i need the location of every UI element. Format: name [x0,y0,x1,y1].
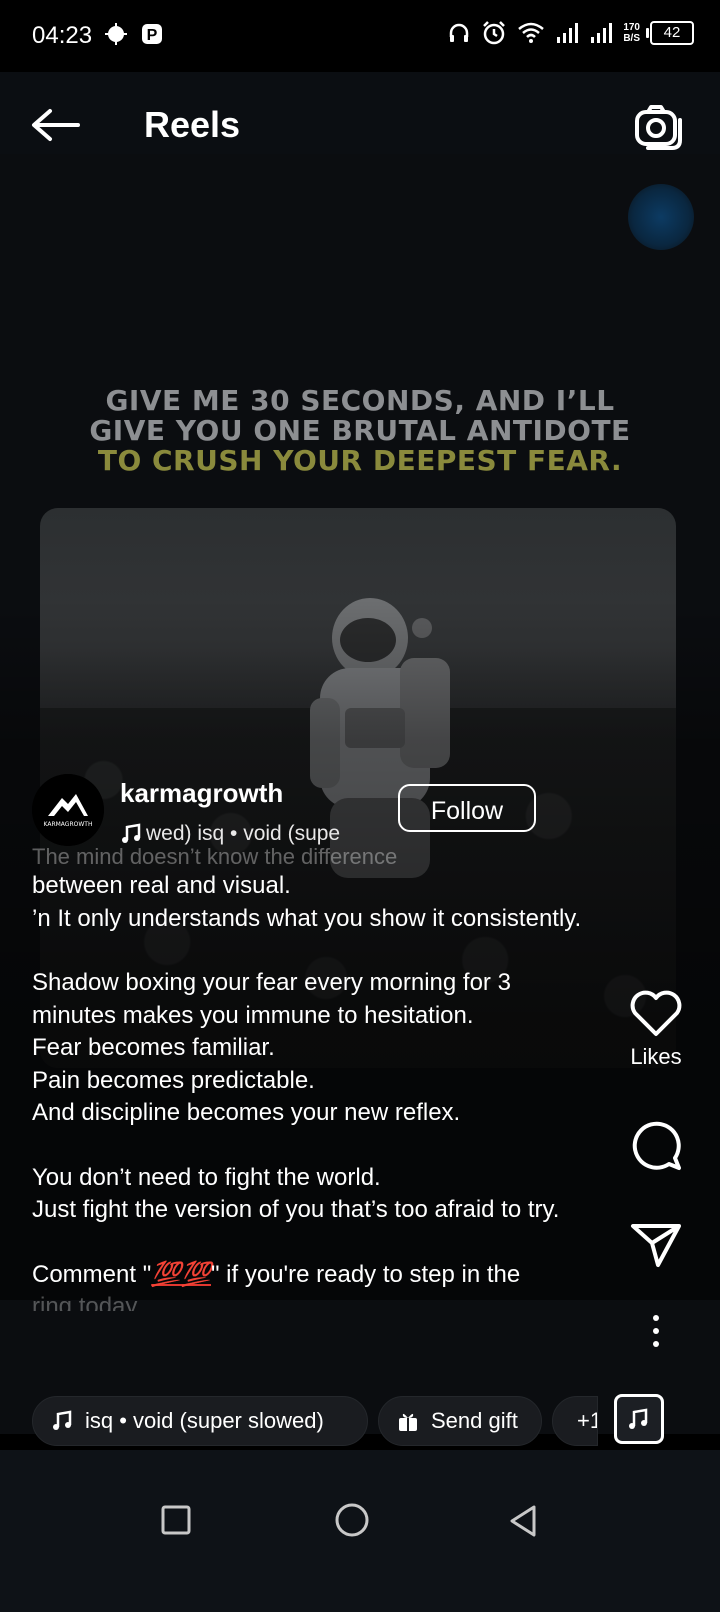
parking-icon: P [142,24,162,44]
headset-icon [450,23,469,42]
signal-icon-2 [591,23,613,43]
back-arrow-icon[interactable] [30,108,80,142]
hundred-emoji-icon: 💯💯 [151,1260,211,1288]
share-button[interactable] [614,1222,698,1268]
caption-p4-after: " if you're ready to step in the [210,1260,521,1288]
music-note-icon [122,823,141,843]
reels-header: Reels [0,72,720,154]
audio-chip-label: isq • void (super slowed) [85,1408,324,1433]
share-icon [631,1224,681,1267]
like-button[interactable]: Likes [614,990,698,1070]
audio-thumbnail[interactable] [614,1394,664,1444]
status-left-icons: P [104,22,164,46]
author-avatar[interactable]: KARMAGROWTH [32,774,104,846]
camera-icon[interactable] [634,104,682,150]
wifi-icon [518,22,545,43]
avatar-logo: KARMAGROWTH [32,774,104,846]
more-chip-label: +1 [577,1408,597,1433]
reel-caption[interactable]: The mind doesn’t know the difference bet… [32,846,600,1376]
caption-paragraph-1: between real and visual. ’n It only unde… [32,872,582,932]
more-vertical-icon [653,1315,659,1347]
author-audio-line[interactable]: wed) isq • void (supe [120,820,380,848]
follow-button[interactable]: Follow [398,784,536,832]
alarm-icon [483,21,506,45]
home-circle-icon[interactable] [334,1502,370,1538]
status-bar: 04:23 P 170 B/S 42 [0,0,720,72]
music-note-icon [53,1410,72,1430]
svg-text:P: P [147,27,158,44]
svg-text:KARMAGROWTH: KARMAGROWTH [44,821,93,828]
audio-thumbnail-icon [629,1408,648,1429]
recents-square-icon[interactable] [160,1504,192,1536]
likes-label: Likes [630,1044,682,1069]
comment-icon [632,1121,681,1170]
android-icon [105,23,127,45]
network-speed-value: 170 [623,22,640,33]
battery-indicator: 42 [646,21,694,45]
back-triangle-icon[interactable] [508,1504,538,1538]
caption-p4-before: Comment " [32,1260,152,1288]
send-gift-label: Send gift [431,1408,518,1433]
status-right: 170 B/S 42 [447,20,694,46]
headline-line-3: TO CRUSH YOUR DEEPEST FEAR. [97,444,623,477]
network-speed-unit: B/S [623,33,640,44]
send-gift-chip[interactable]: Send gift [378,1396,542,1446]
signal-icon [557,23,579,43]
headline-line-1: GIVE ME 30 SECONDS, AND I’LL [105,384,615,417]
author-username[interactable]: karmagrowth [120,778,283,809]
caption-paragraph-2: Shadow boxing your fear every morning fo… [32,969,511,1126]
audio-line-text: wed) isq • void (supe [146,822,341,845]
more-chip[interactable]: +1 [552,1396,598,1446]
heart-icon [630,990,682,1036]
video-headline: GIVE ME 30 SECONDS, AND I’LL GIVE YOU ON… [0,386,720,476]
status-time: 04:23 [32,22,93,49]
gift-icon [399,1413,417,1431]
audio-chip[interactable]: isq • void (super slowed) [32,1396,368,1446]
more-options-button[interactable] [614,1314,698,1348]
network-speed: 170 B/S [623,22,640,44]
system-nav-bar [0,1450,720,1612]
loading-indicator [628,184,694,250]
author-row: KARMAGROWTH karmagrowth wed) isq • void … [32,774,672,854]
caption-faded-tail: ring today [32,1293,138,1311]
headline-line-2: GIVE YOU ONE BRUTAL ANTIDOTE [89,414,631,447]
caption-paragraph-4: Comment "💯💯" if you're ready to step in … [32,1259,600,1292]
page-title: Reels [144,104,241,145]
caption-paragraph-3: You don’t need to fight the world. Just … [32,1163,560,1224]
bottom-chips: isq • void (super slowed) Send gift +1 [0,1394,720,1450]
caption-faded-top: The mind doesn’t know the difference [32,846,398,868]
comment-button[interactable] [614,1118,698,1172]
